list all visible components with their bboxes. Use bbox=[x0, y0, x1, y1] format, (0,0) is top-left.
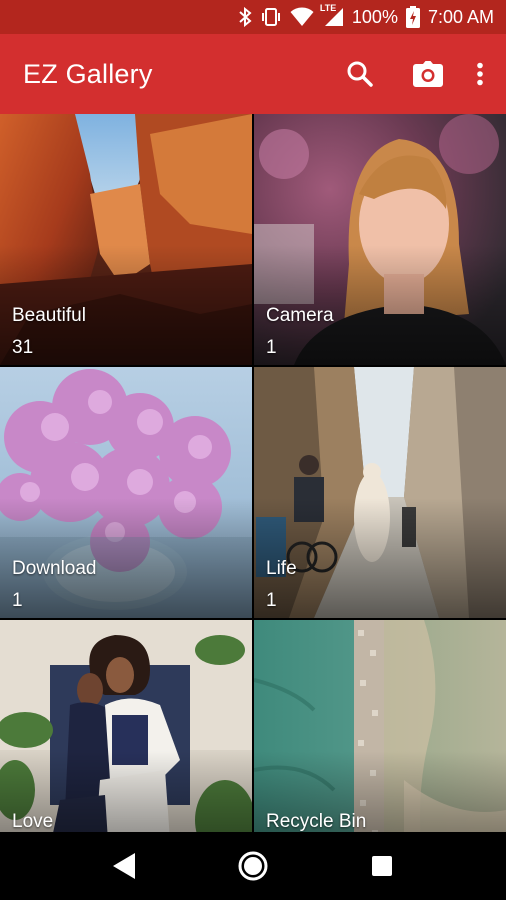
album-tile-download[interactable]: Download 1 bbox=[0, 367, 252, 618]
album-count: 1 bbox=[266, 590, 277, 611]
vibrate-icon bbox=[260, 7, 282, 27]
clock: 7:00 AM bbox=[427, 6, 494, 27]
recents-button[interactable] bbox=[352, 836, 412, 896]
album-count: 1 bbox=[12, 590, 23, 611]
status-bar: LTE 100% 7:00 AM bbox=[0, 0, 506, 34]
back-icon bbox=[113, 853, 136, 879]
app-bar: EZ Gallery bbox=[0, 34, 506, 114]
search-button[interactable] bbox=[334, 48, 386, 100]
camera-icon bbox=[413, 61, 443, 87]
album-name: Love bbox=[12, 811, 54, 832]
album-tile-camera[interactable]: Camera 1 bbox=[254, 114, 506, 365]
battery-charging-icon bbox=[405, 6, 420, 28]
more-vert-icon bbox=[477, 62, 483, 86]
album-tile-love[interactable]: Love bbox=[0, 620, 252, 832]
album-count: 1 bbox=[266, 337, 277, 358]
battery-percent: 100% bbox=[351, 6, 398, 27]
more-options-button[interactable] bbox=[460, 48, 500, 100]
album-tile-recycle-bin[interactable]: Recycle Bin bbox=[254, 620, 506, 832]
album-name: Life bbox=[266, 558, 297, 579]
album-count: 31 bbox=[12, 337, 34, 358]
app-title: EZ Gallery bbox=[23, 58, 153, 89]
network-type-label: LTE bbox=[319, 3, 337, 13]
album-name: Beautiful bbox=[12, 305, 86, 326]
album-grid: Beautiful 31 Camera 1 Download 1 Life 1 … bbox=[0, 114, 506, 832]
bluetooth-icon bbox=[238, 7, 252, 27]
home-button[interactable] bbox=[223, 836, 283, 896]
album-name: Camera bbox=[266, 305, 334, 326]
system-nav-bar bbox=[0, 832, 506, 900]
album-name: Recycle Bin bbox=[266, 811, 367, 832]
app-actions bbox=[334, 34, 506, 114]
camera-button[interactable] bbox=[402, 48, 454, 100]
album-tile-life[interactable]: Life 1 bbox=[254, 367, 506, 618]
album-tile-beautiful[interactable]: Beautiful 31 bbox=[0, 114, 252, 365]
signal-icon: LTE bbox=[320, 3, 344, 27]
recents-icon bbox=[371, 856, 392, 876]
album-name: Download bbox=[12, 558, 97, 579]
search-icon bbox=[347, 61, 373, 87]
wifi-icon bbox=[290, 7, 314, 27]
back-button[interactable] bbox=[94, 836, 154, 896]
home-icon bbox=[238, 851, 268, 881]
